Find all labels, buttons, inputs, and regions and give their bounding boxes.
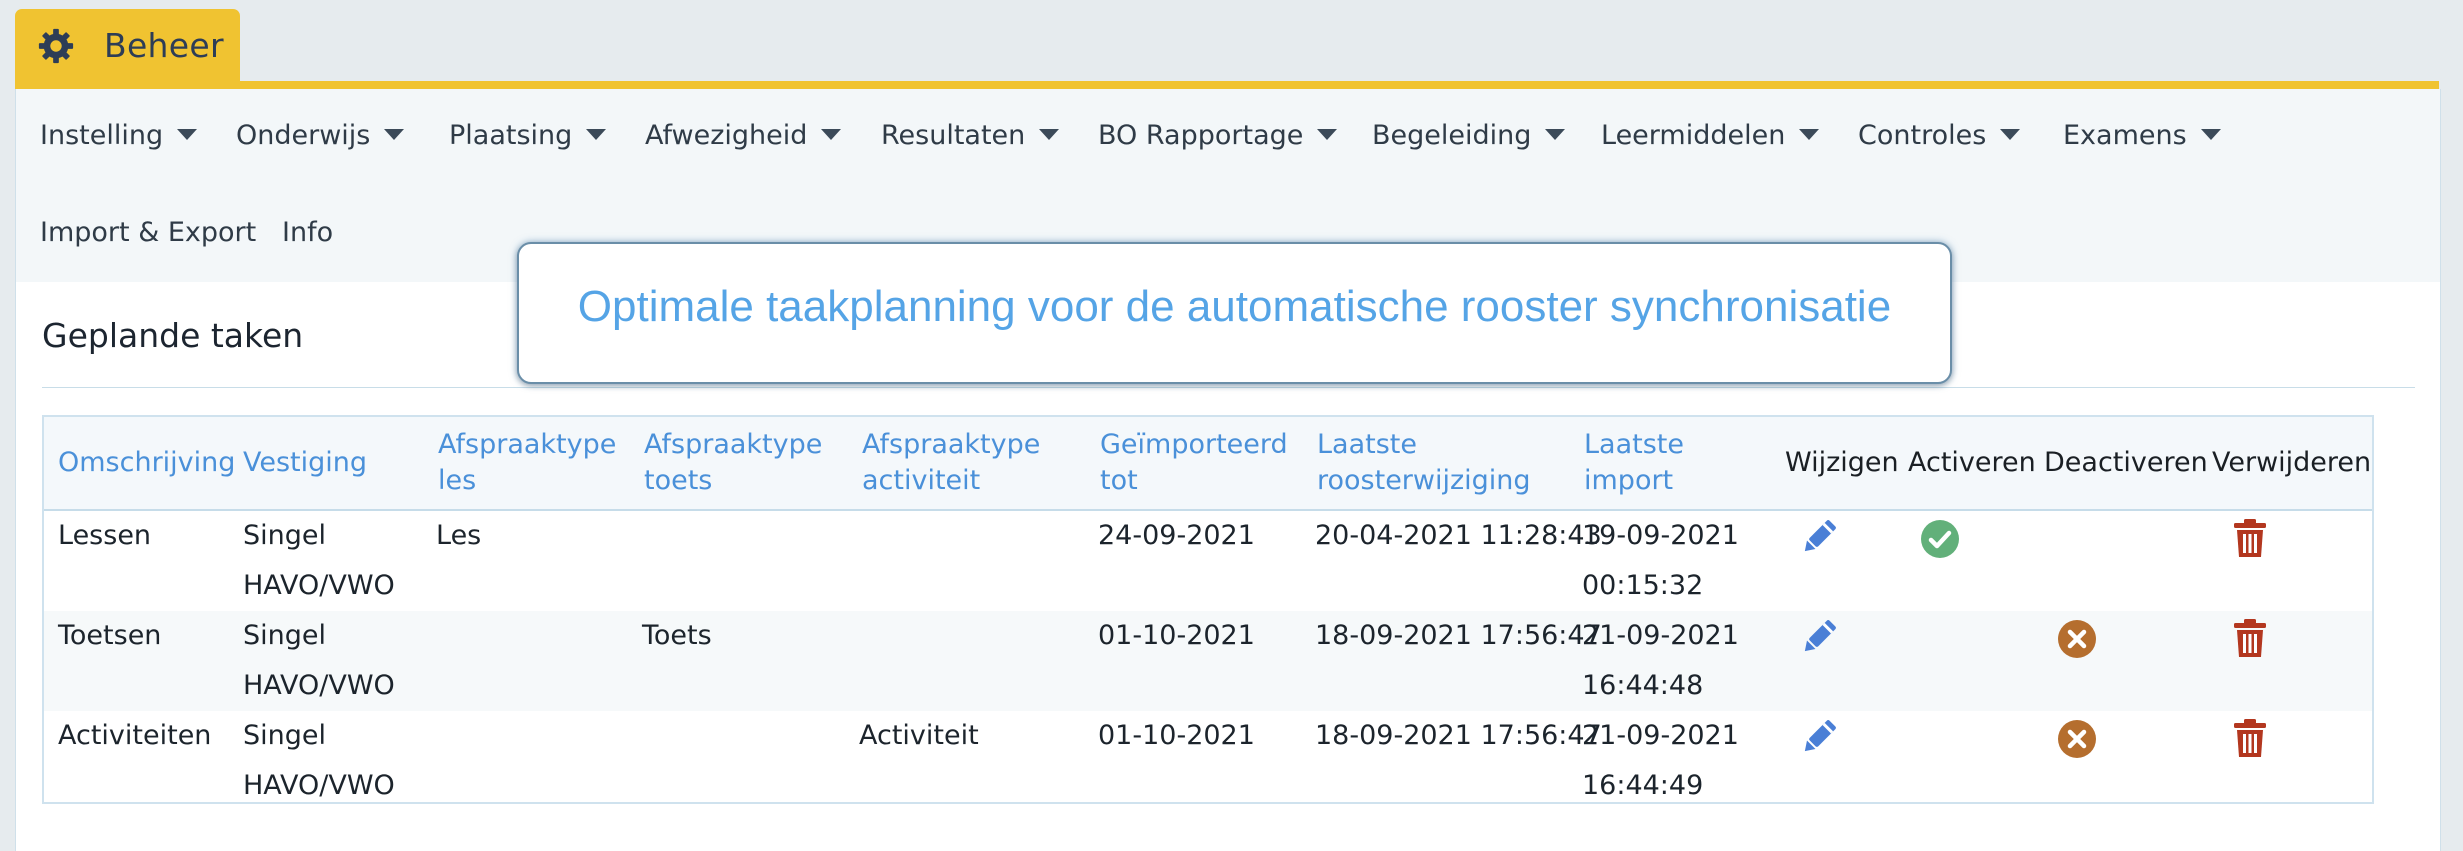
caret-down-icon: [1799, 129, 1820, 140]
menu-item-examens[interactable]: Examens: [2063, 120, 2221, 151]
caret-down-icon: [2200, 129, 2221, 140]
col-omschrijving[interactable]: Omschrijving: [58, 445, 235, 481]
callout-banner: Optimale taakplanning voor de automatisc…: [517, 242, 1952, 384]
menu-item-info[interactable]: Info: [282, 217, 333, 248]
cell-geimporteerd-tot: 01-10-2021: [1098, 720, 1255, 751]
cell-afspraaktype-activiteit: Activiteit: [859, 720, 979, 751]
cell-vestiging: Singel HAVO/VWO: [243, 620, 395, 701]
menu-item-onderwijs[interactable]: Onderwijs: [236, 120, 405, 151]
table-row: Activiteiten Singel HAVO/VWO Activiteit 0…: [44, 711, 2372, 811]
caret-down-icon: [1545, 129, 1566, 140]
caret-down-icon: [384, 129, 405, 140]
menu-item-label: BO Rapportage: [1098, 120, 1304, 151]
delete-trash-icon[interactable]: [2228, 716, 2272, 760]
edit-pencil-icon[interactable]: [1797, 615, 1841, 659]
cell-geimporteerd-tot: 24-09-2021: [1098, 520, 1255, 551]
col-afspraaktype-toets[interactable]: Afspraaktype toets: [644, 427, 822, 499]
callout-text: Optimale taakplanning voor de automatisc…: [577, 282, 1892, 331]
col-wijzigen: Wijzigen: [1785, 447, 1899, 478]
delete-trash-icon[interactable]: [2228, 516, 2272, 560]
caret-down-icon: [177, 129, 198, 140]
col-laatste-import[interactable]: Laatste import: [1584, 427, 1684, 499]
caret-down-icon: [1317, 129, 1338, 140]
table-row: Lessen Singel HAVO/VWO Les 24-09-2021 20-…: [44, 511, 2372, 611]
menu-item-instelling[interactable]: Instelling: [40, 120, 198, 151]
menu-item-label: Controles: [1858, 120, 1987, 151]
menu-item-label: Resultaten: [881, 120, 1026, 151]
cell-laatste-roosterwijziging: 18-09-2021 17:56:47: [1315, 720, 1602, 751]
cell-vestiging: Singel HAVO/VWO: [243, 720, 395, 801]
cell-vestiging: Singel HAVO/VWO: [243, 520, 395, 601]
menu-item-label: Examens: [2063, 120, 2187, 151]
menu-item-controles[interactable]: Controles: [1858, 120, 2021, 151]
tab-label: Beheer: [104, 26, 224, 65]
caret-down-icon: [2000, 129, 2021, 140]
page-title: Geplande taken: [42, 316, 304, 355]
col-afspraaktype-activiteit[interactable]: Afspraaktype activiteit: [862, 427, 1040, 499]
cell-omschrijving: Toetsen: [58, 620, 162, 651]
cell-afspraaktype-toets: Toets: [642, 620, 712, 651]
menu-item-resultaten[interactable]: Resultaten: [881, 120, 1060, 151]
col-afspraaktype-les[interactable]: Afspraaktype les: [438, 427, 616, 499]
beheer-tab[interactable]: Beheer: [15, 9, 240, 83]
edit-pencil-icon[interactable]: [1797, 515, 1841, 559]
delete-trash-icon[interactable]: [2228, 616, 2272, 660]
col-vestiging[interactable]: Vestiging: [243, 445, 367, 481]
menu-item-label: Afwezigheid: [645, 120, 808, 151]
table-row: Toetsen Singel HAVO/VWO Toets 01-10-2021 …: [44, 611, 2372, 711]
gear-icon: [38, 28, 74, 64]
cell-geimporteerd-tot: 01-10-2021: [1098, 620, 1255, 651]
cell-laatste-import: 21-09-2021 16:44:49: [1582, 720, 1739, 801]
col-verwijderen: Verwijderen: [2212, 447, 2372, 478]
col-activeren: Activeren: [1908, 447, 2036, 478]
cell-afspraaktype-les: Les: [436, 520, 482, 551]
menu-item-label: Begeleiding: [1372, 120, 1532, 151]
menu-item-label: Import & Export: [40, 217, 257, 248]
caret-down-icon: [1039, 129, 1060, 140]
menu-item-label: Info: [282, 217, 334, 248]
menu-item-plaatsing[interactable]: Plaatsing: [449, 120, 607, 151]
menu-item-label: Onderwijs: [236, 120, 371, 151]
table-header: Omschrijving Vestiging Afspraaktype les A…: [44, 417, 2372, 511]
deactivate-x-icon[interactable]: [2055, 617, 2099, 661]
menu-item-bo-rapportage[interactable]: BO Rapportage: [1098, 120, 1338, 151]
menu-item-begeleiding[interactable]: Begeleiding: [1372, 120, 1566, 151]
cell-omschrijving: Activiteiten: [58, 720, 212, 751]
menu-item-afwezigheid[interactable]: Afwezigheid: [645, 120, 842, 151]
menu-item-label: Leermiddelen: [1601, 120, 1786, 151]
col-laatste-roosterwijziging[interactable]: Laatste roosterwijziging: [1317, 427, 1531, 499]
caret-down-icon: [586, 129, 607, 140]
menu-item-import-export[interactable]: Import & Export: [40, 217, 256, 248]
cell-laatste-import: 21-09-2021 16:44:48: [1582, 620, 1739, 701]
cell-omschrijving: Lessen: [58, 520, 152, 551]
cell-laatste-roosterwijziging: 20-04-2021 11:28:43: [1315, 520, 1602, 551]
col-geimporteerd-tot[interactable]: Geïmporteerd tot: [1100, 427, 1288, 499]
menu-item-label: Plaatsing: [449, 120, 573, 151]
col-deactiveren: Deactiveren: [2044, 447, 2208, 478]
menu-item-leermiddelen[interactable]: Leermiddelen: [1601, 120, 1820, 151]
tab-accent-bar: [15, 81, 2439, 89]
menu-item-label: Instelling: [40, 120, 164, 151]
caret-down-icon: [821, 129, 842, 140]
cell-laatste-import: 19-09-2021 00:15:32: [1582, 520, 1739, 601]
cell-laatste-roosterwijziging: 18-09-2021 17:56:47: [1315, 620, 1602, 651]
title-divider: [42, 387, 2415, 388]
deactivate-x-icon[interactable]: [2055, 717, 2099, 761]
scheduled-tasks-table: Omschrijving Vestiging Afspraaktype les A…: [42, 415, 2374, 804]
edit-pencil-icon[interactable]: [1797, 715, 1841, 759]
activate-check-icon[interactable]: [1918, 517, 1962, 561]
